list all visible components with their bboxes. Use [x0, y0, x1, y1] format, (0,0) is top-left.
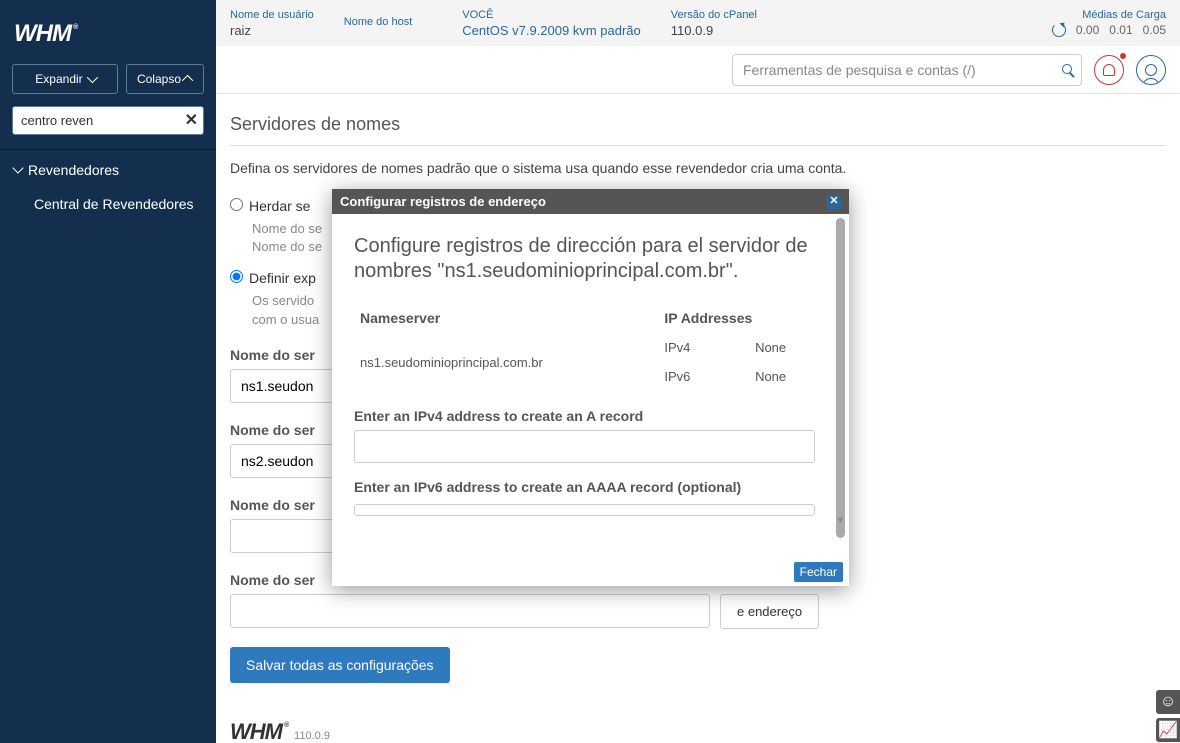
ipv4-label: IPv4: [664, 340, 712, 355]
save-all-button[interactable]: Salvar todas as configurações: [230, 647, 450, 683]
radio-inherit-label: Herdar se: [249, 198, 310, 214]
modal-configure-address: Configurar registros de endereço ✕ ▼ Con…: [332, 189, 849, 586]
load-3: 0.05: [1143, 23, 1166, 37]
ns4-config-button[interactable]: e endereço: [720, 594, 819, 629]
scrollbar-down-icon[interactable]: ▼: [836, 516, 845, 525]
chevron-down-icon: [86, 72, 97, 83]
modal-table: Nameserver IP Addresses ns1.seudominiopr…: [354, 302, 815, 392]
ipv4-field-label: Enter an IPv4 address to create an A rec…: [354, 408, 815, 424]
divider: [230, 145, 1166, 146]
th-ip: IP Addresses: [660, 304, 813, 332]
radio-inherit[interactable]: [230, 198, 243, 211]
user-icon: [1145, 64, 1157, 76]
ipv6-input[interactable]: [354, 504, 815, 516]
stats-widget[interactable]: 📈: [1156, 718, 1180, 742]
collapse-label: Colapso: [137, 72, 181, 86]
sidebar: WHM Expandir Colapso ✕ Revendedores Cent…: [0, 0, 216, 743]
search-icon[interactable]: [1062, 61, 1072, 79]
divider: [0, 149, 216, 150]
cpanel-version-label: Versão do cPanel: [671, 9, 757, 21]
load-1: 0.00: [1076, 23, 1099, 37]
clear-icon[interactable]: ✕: [185, 110, 198, 130]
username-value: raiz: [230, 23, 314, 38]
notifications-button[interactable]: [1094, 55, 1124, 85]
os-value: CentOS v7.9.2009 kvm padrão: [462, 23, 641, 38]
host-label: Nome do host: [344, 16, 412, 28]
ipv6-value: None: [751, 363, 813, 390]
whm-logo: WHM: [14, 20, 202, 48]
toolbar: [216, 46, 1180, 94]
td-nameserver: ns1.seudominioprincipal.com.br: [356, 334, 658, 390]
modal-header[interactable]: Configurar registros de endereço ✕: [332, 189, 849, 214]
bell-icon: [1103, 64, 1115, 76]
scrollbar[interactable]: ▼: [836, 218, 845, 507]
notification-dot-icon: [1120, 53, 1126, 59]
radio-explicit-label: Definir exp: [249, 270, 316, 286]
scrollbar-thumb[interactable]: [836, 218, 845, 538]
ipv6-field-label: Enter an IPv6 address to create an AAAA …: [354, 479, 815, 495]
cpanel-version-value: 110.0.9: [671, 23, 757, 38]
page-title: Servidores de nomes: [230, 114, 1166, 135]
footer: WHM 110.0.9 Casa Marcas comerciais Polít…: [230, 719, 1166, 743]
os-label: VOCÊ: [462, 9, 641, 21]
footer-logo: WHM: [230, 719, 286, 743]
ipv6-label: IPv6: [664, 369, 712, 384]
chat-widget[interactable]: ☺: [1156, 690, 1180, 714]
sidebar-item-reseller-center[interactable]: Central de Revendedores: [0, 188, 216, 220]
ns4-input[interactable]: [230, 594, 710, 628]
th-nameserver: Nameserver: [356, 304, 658, 332]
chevron-down-icon: [12, 162, 23, 173]
load-label: Médias de Carga: [1052, 9, 1166, 21]
user-menu-button[interactable]: [1136, 55, 1166, 85]
reload-icon[interactable]: [1052, 23, 1066, 37]
page-description: Defina os servidores de nomes padrão que…: [230, 160, 1166, 176]
modal-close-button[interactable]: Fechar: [794, 562, 843, 582]
modal-close-icon[interactable]: ✕: [827, 195, 841, 209]
load-2: 0.01: [1109, 23, 1132, 37]
expand-label: Expandir: [35, 72, 82, 86]
search-input[interactable]: [732, 54, 1082, 86]
collapse-button[interactable]: Colapso: [126, 64, 204, 94]
nav-group-label: Revendedores: [28, 162, 119, 178]
chevron-up-icon: [182, 75, 193, 86]
radio-explicit[interactable]: [230, 270, 243, 283]
ipv4-value: None: [751, 334, 813, 361]
topbar: Nome de usuário raiz Nome do host VOCÊ C…: [216, 0, 1180, 46]
sidebar-search-input[interactable]: [12, 106, 204, 135]
modal-header-title: Configurar registros de endereço: [340, 194, 546, 209]
footer-version: 110.0.9: [294, 730, 330, 742]
nav-group-resellers[interactable]: Revendedores: [0, 152, 216, 188]
expand-button[interactable]: Expandir: [12, 64, 118, 94]
username-label: Nome de usuário: [230, 9, 314, 21]
modal-title: Configure registros de dirección para el…: [354, 234, 815, 284]
ipv4-input[interactable]: [354, 430, 815, 463]
